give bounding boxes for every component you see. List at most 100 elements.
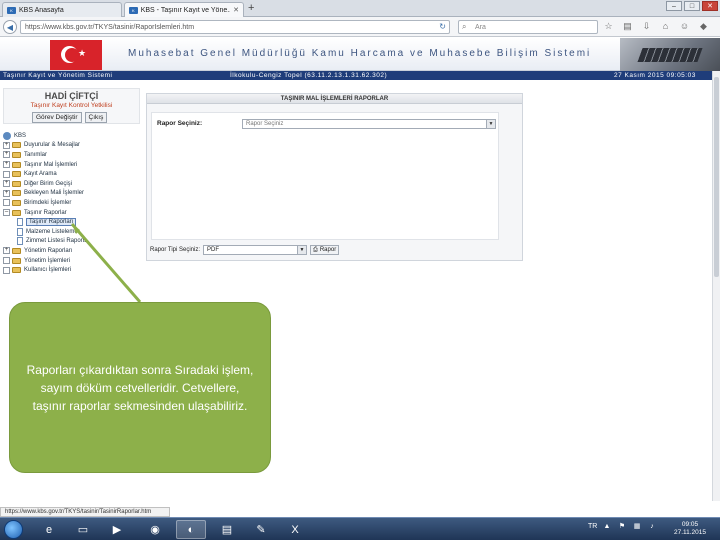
tab-kbs-tasinir[interactable]: K KBS - Taşınır Kayıt ve Yöne... ✕ bbox=[124, 2, 244, 17]
expand-icon[interactable]: + bbox=[3, 161, 10, 169]
paint-icon[interactable]: ✎ bbox=[246, 520, 276, 539]
folder-icon bbox=[12, 247, 21, 254]
expand-icon[interactable] bbox=[3, 170, 10, 178]
chevron-down-icon[interactable]: ▼ bbox=[486, 120, 495, 128]
volume-icon[interactable]: ♪ bbox=[648, 523, 656, 531]
tree-menu: KBS + Duyurular & Mesajlar + Tanımlar + Taş… bbox=[3, 131, 138, 275]
ie-icon[interactable]: e bbox=[34, 520, 64, 539]
explorer-icon[interactable]: ▭ bbox=[68, 520, 98, 539]
report-select[interactable]: Rapor Seçiniz ▼ bbox=[242, 119, 496, 129]
close-tab-icon[interactable]: ✕ bbox=[233, 6, 239, 14]
user-role: Taşınır Kayıt Kontrol Yetkilisi bbox=[30, 102, 113, 109]
keyboard-photo bbox=[620, 38, 720, 71]
report-select-label: Rapor Seçiniz: bbox=[157, 120, 203, 127]
report-select-value: Rapor Seçiniz bbox=[246, 121, 284, 127]
tree-item[interactable]: + Diğer Birim Geçişi bbox=[3, 179, 138, 189]
report-button-label: Rapor bbox=[319, 247, 337, 253]
arrow-up-icon[interactable]: ▲ bbox=[603, 523, 611, 531]
user-box: HADİ ÇİFTÇİ Taşınır Kayıt Kontrol Yetkil… bbox=[3, 88, 140, 124]
chrome-icon[interactable]: ◉ bbox=[140, 520, 170, 539]
expand-icon[interactable]: + bbox=[3, 180, 10, 188]
tree-label: Taşınır Mal İşlemleri bbox=[24, 161, 78, 168]
search-icon: ⌕ bbox=[462, 22, 467, 31]
info-bar: Taşınır Kayıt ve Yönetim Sistemi İlkokul… bbox=[0, 71, 712, 80]
page-scrollbar[interactable] bbox=[712, 71, 720, 501]
tree-subitem-selected[interactable]: Taşınır Raporları bbox=[3, 217, 138, 227]
scrollbar-thumb[interactable] bbox=[714, 77, 719, 277]
collapse-icon[interactable]: – bbox=[3, 209, 10, 217]
back-arrow-icon[interactable]: ◀ bbox=[3, 20, 17, 34]
tree-label: Zimmet Listesi Raporu bbox=[26, 238, 87, 245]
refresh-icon[interactable]: ↻ bbox=[439, 22, 446, 31]
tree-item[interactable]: Birimdeki İşlemler bbox=[3, 198, 138, 208]
start-button[interactable] bbox=[4, 520, 23, 539]
instruction-callout: Raporları çıkardıktan sonra Sıradaki işl… bbox=[9, 302, 271, 473]
tree-label: Yönetim İşlemleri bbox=[24, 257, 71, 264]
expand-icon[interactable]: + bbox=[3, 247, 10, 255]
url-bar[interactable]: https://www.kbs.gov.tr/TKYS/tasinir/Rapo… bbox=[20, 20, 450, 34]
tree-label: Duyurular & Mesajlar bbox=[24, 142, 81, 149]
logout-button[interactable]: Çıkış bbox=[84, 112, 108, 123]
change-role-button[interactable]: Görev Değiştir bbox=[32, 112, 82, 123]
home-icon[interactable]: ⌂ bbox=[660, 21, 671, 32]
sync-icon[interactable]: ☺ bbox=[679, 21, 690, 32]
tree-item[interactable]: + Taşınır Mal İşlemleri bbox=[3, 160, 138, 170]
flag-icon[interactable]: ⚑ bbox=[618, 523, 626, 531]
kbs-favicon-icon: K bbox=[7, 6, 16, 14]
new-tab-button[interactable]: + bbox=[248, 2, 254, 14]
language-indicator[interactable]: TR bbox=[588, 523, 597, 531]
expand-icon[interactable] bbox=[3, 266, 10, 274]
tree-item-reports[interactable]: – Taşınır Raporlar bbox=[3, 208, 138, 218]
tree-item[interactable]: + Tanımlar bbox=[3, 150, 138, 160]
firefox-icon[interactable]: ◐ bbox=[176, 520, 206, 539]
windows-taskbar: e ▭ ▶ ◉ ◐ ▤ ✎ X TR ▲ ⚑ ▦ ♪ 09:05 27.11.2… bbox=[0, 517, 720, 540]
media-icon[interactable]: ▶ bbox=[102, 520, 132, 539]
excel-icon[interactable]: X bbox=[280, 520, 310, 539]
tree-item[interactable]: + Duyurular & Mesajlar bbox=[3, 141, 138, 151]
document-icon bbox=[17, 227, 23, 236]
expand-icon[interactable]: + bbox=[3, 189, 10, 197]
reading-list-icon[interactable]: ▤ bbox=[622, 21, 633, 32]
tree-item[interactable]: + Bekleyen Mali İşlemler bbox=[3, 189, 138, 199]
download-icon[interactable]: ⇩ bbox=[641, 21, 652, 32]
extension-icon[interactable]: ◆ bbox=[698, 21, 709, 32]
callout-text: Raporları çıkardıktan sonra Sıradaki işl… bbox=[26, 362, 254, 413]
expand-icon[interactable] bbox=[3, 257, 10, 265]
clock[interactable]: 09:05 27.11.2015 bbox=[668, 521, 712, 537]
format-select[interactable]: PDF ▼ bbox=[203, 245, 308, 255]
minimize-button[interactable]: – bbox=[666, 1, 682, 11]
date-time: 27 Kasım 2015 09:05:03 bbox=[614, 72, 696, 79]
tab-kbs-home[interactable]: K KBS Anasayfa bbox=[2, 2, 122, 17]
close-window-button[interactable]: ✕ bbox=[702, 1, 718, 11]
tree-item[interactable]: + Yönetim Raporları bbox=[3, 246, 138, 256]
star-icon[interactable]: ☆ bbox=[603, 21, 614, 32]
turkish-flag-icon: ★ bbox=[50, 40, 102, 70]
search-input[interactable]: ⌕ Ara bbox=[458, 20, 598, 34]
site-header: ★ Muhasebat Genel Müdürlüğü Kamu Harcama… bbox=[0, 38, 720, 71]
screen: K KBS Anasayfa K KBS - Taşınır Kayıt ve … bbox=[0, 0, 720, 540]
expand-icon[interactable]: + bbox=[3, 141, 10, 149]
expand-icon[interactable] bbox=[3, 199, 10, 207]
tab-label: KBS Anasayfa bbox=[19, 6, 64, 14]
tree-label: Taşınır Raporlar bbox=[24, 209, 67, 216]
tree-item[interactable]: Kayıt Arama bbox=[3, 169, 138, 179]
tree-item[interactable]: Kullanıcı İşlemleri bbox=[3, 265, 138, 275]
chevron-down-icon[interactable]: ▼ bbox=[297, 246, 307, 254]
browser-tab-strip: K KBS Anasayfa K KBS - Taşınır Kayıt ve … bbox=[0, 0, 720, 17]
report-form: Rapor Seçiniz: Rapor Seçiniz ▼ bbox=[151, 112, 499, 240]
maximize-button[interactable]: □ bbox=[684, 1, 700, 11]
folder-icon bbox=[12, 161, 21, 168]
panel-title: TAŞINIR MAL İŞLEMLERİ RAPORLAR bbox=[147, 94, 522, 104]
system-tray: TR ▲ ⚑ ▦ ♪ bbox=[588, 523, 656, 531]
network-icon[interactable]: ▦ bbox=[633, 523, 641, 531]
tree-root[interactable]: KBS bbox=[3, 131, 138, 141]
folder-icon[interactable]: ▤ bbox=[212, 520, 242, 539]
tree-item[interactable]: Yönetim İşlemleri bbox=[3, 256, 138, 266]
folder-icon bbox=[12, 199, 21, 206]
tree-subitem[interactable]: Malzeme Listeleme bbox=[3, 227, 138, 237]
folder-icon bbox=[12, 190, 21, 197]
report-button[interactable]: ⎙ Rapor bbox=[310, 245, 340, 255]
expand-icon[interactable]: + bbox=[3, 151, 10, 159]
tree-label: Tanımlar bbox=[24, 151, 48, 158]
tree-subitem[interactable]: Zimmet Listesi Raporu bbox=[3, 237, 138, 247]
